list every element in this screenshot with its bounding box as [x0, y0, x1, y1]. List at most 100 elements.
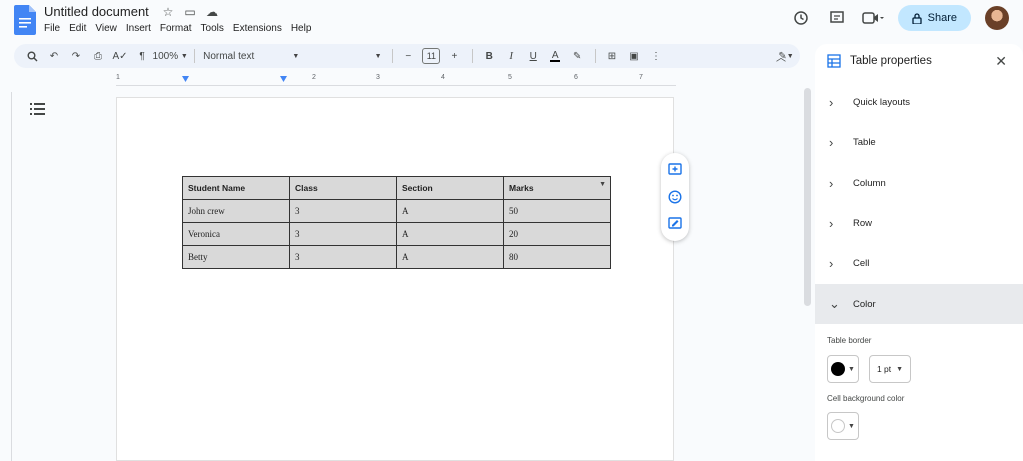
table-cell[interactable]: 50	[503, 199, 611, 223]
indent-marker[interactable]	[182, 76, 189, 82]
section-quick-layouts[interactable]: › Quick layouts	[815, 82, 1023, 122]
move-folder-icon[interactable]: ▭	[182, 5, 198, 19]
ruler-label: 6	[574, 74, 578, 81]
document-title[interactable]: Untitled document	[44, 4, 149, 19]
chevron-down-icon: ▼	[374, 52, 382, 60]
tab-marker[interactable]	[280, 76, 287, 82]
insert-link-icon[interactable]: ⊞	[604, 46, 620, 66]
column-header[interactable]: Class	[289, 176, 397, 200]
toolbar-divider	[391, 49, 393, 63]
suggest-edits-icon[interactable]	[666, 215, 684, 233]
share-button[interactable]: Share	[897, 5, 971, 31]
emoji-reaction-icon[interactable]	[666, 188, 684, 206]
star-icon[interactable]: ☆	[160, 5, 176, 19]
text-color-swatch	[550, 59, 561, 62]
toolbar-divider	[194, 49, 196, 63]
undo-icon[interactable]: ↶	[46, 46, 62, 66]
text-color-label: A	[551, 49, 559, 61]
table-cell[interactable]: A	[396, 222, 504, 246]
panel-title: Table properties	[850, 55, 932, 67]
section-color[interactable]: ⌄ Color	[815, 284, 1023, 324]
cell-background-button[interactable]: ▼	[827, 412, 859, 440]
print-icon[interactable]: ⎙	[90, 46, 106, 66]
section-cell[interactable]: › Cell	[815, 243, 1023, 283]
table-cell[interactable]: Betty	[182, 245, 290, 269]
search-menus-icon[interactable]	[24, 46, 40, 66]
font-size-input[interactable]: 11	[422, 48, 441, 64]
menu-format[interactable]: Format	[160, 23, 192, 34]
decrease-font-size-button[interactable]: −	[400, 46, 416, 66]
bold-button[interactable]: B	[481, 46, 497, 66]
version-history-icon[interactable]	[790, 7, 812, 29]
spellcheck-icon[interactable]: A✓	[112, 46, 128, 66]
zoom-select[interactable]: 100% ▼	[153, 46, 188, 66]
border-width-value: 1 pt	[876, 364, 892, 374]
ruler-label: 2	[312, 74, 316, 81]
column-header[interactable]: Marks ▼	[503, 176, 611, 200]
border-width-select[interactable]: 1 pt ▼	[869, 355, 911, 383]
cloud-status-icon[interactable]: ☁	[204, 5, 220, 19]
document-page[interactable]: Student Name Class Section Marks ▼ John c…	[116, 97, 674, 461]
paint-format-icon[interactable]: ¶	[134, 46, 150, 66]
table-cell[interactable]: A	[396, 199, 504, 223]
document-outline-icon[interactable]	[30, 102, 46, 116]
table-cell[interactable]: 3	[289, 222, 397, 246]
add-comment-icon[interactable]: ▣	[626, 46, 642, 66]
chevron-down-icon: ▼	[848, 365, 855, 373]
chevron-right-icon: ›	[829, 175, 834, 191]
section-label: Quick layouts	[853, 96, 911, 108]
meet-icon[interactable]	[861, 7, 884, 29]
menu-help[interactable]: Help	[291, 23, 312, 34]
table-cell[interactable]: 3	[289, 199, 397, 223]
add-comment-icon[interactable]	[666, 161, 684, 179]
section-column[interactable]: › Column	[815, 163, 1023, 203]
avatar[interactable]	[985, 6, 1009, 30]
table-cell[interactable]: 3	[289, 245, 397, 269]
table-cell[interactable]: John crew	[182, 199, 290, 223]
more-options-icon[interactable]: ⋮	[648, 46, 664, 66]
section-label: Column	[853, 177, 886, 189]
ruler-label: 7	[639, 74, 643, 81]
menu-tools[interactable]: Tools	[201, 23, 224, 34]
data-table[interactable]: Student Name Class Section Marks ▼ John c…	[182, 176, 611, 269]
menu-extensions[interactable]: Extensions	[233, 23, 282, 34]
border-color-button[interactable]: ▼	[827, 355, 859, 383]
paragraph-style-select[interactable]: Normal text ▼	[203, 46, 299, 66]
italic-button[interactable]: I	[503, 46, 519, 66]
column-header[interactable]: Student Name	[182, 176, 290, 200]
table-row: Betty 3 A 80	[182, 245, 611, 269]
redo-icon[interactable]: ↷	[68, 46, 84, 66]
menu-file[interactable]: File	[44, 23, 60, 34]
text-color-button[interactable]: A	[547, 46, 563, 66]
menu-edit[interactable]: Edit	[69, 23, 86, 34]
chevron-down-icon: ▼	[848, 422, 855, 430]
underline-button[interactable]: U	[525, 46, 541, 66]
highlight-icon[interactable]: ✎	[569, 46, 585, 66]
horizontal-ruler[interactable]: 1 2 3 4 5 6 7	[116, 74, 676, 86]
vertical-scrollbar[interactable]	[804, 88, 811, 306]
chevron-right-icon: ›	[829, 134, 834, 150]
increase-font-size-button[interactable]: +	[446, 46, 462, 66]
menu-view[interactable]: View	[95, 23, 117, 34]
close-icon[interactable]: ✕	[995, 53, 1007, 70]
chevron-right-icon: ›	[829, 215, 834, 231]
table-cell[interactable]: A	[396, 245, 504, 269]
section-row[interactable]: › Row	[815, 203, 1023, 243]
column-header[interactable]: Section	[396, 176, 504, 200]
menu-insert[interactable]: Insert	[126, 23, 151, 34]
vertical-ruler[interactable]	[0, 92, 12, 461]
hide-menus-icon[interactable]: ︿	[776, 49, 786, 64]
table-cell[interactable]: 20	[503, 222, 611, 246]
comments-icon[interactable]	[826, 7, 848, 29]
table-cell[interactable]: Veronica	[182, 222, 290, 246]
chevron-right-icon: ›	[829, 255, 834, 271]
table-header-row: Student Name Class Section Marks ▼	[182, 176, 611, 200]
docs-logo-icon[interactable]	[14, 5, 36, 35]
table-cell[interactable]: 80	[503, 245, 611, 269]
table-border-label: Table border	[827, 336, 872, 345]
section-table[interactable]: › Table	[815, 122, 1023, 162]
font-select[interactable]: ▼	[309, 46, 382, 66]
chevron-down-icon[interactable]: ▼	[599, 181, 606, 188]
share-label: Share	[927, 12, 957, 24]
chevron-down-icon: ▼	[180, 52, 188, 60]
